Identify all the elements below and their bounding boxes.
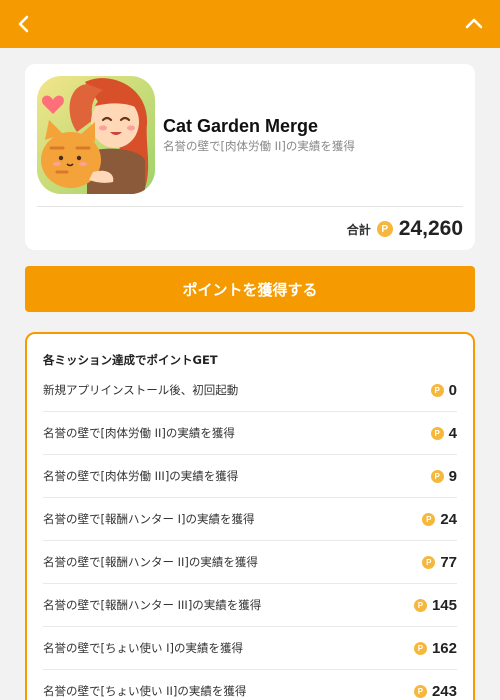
mission-label: 名誉の壁で[ちょい使い II]の実績を獲得 (43, 684, 247, 698)
mission-label: 名誉の壁で[報酬ハンター I]の実績を獲得 (43, 512, 255, 526)
mission-row: 名誉の壁で[報酬ハンター I]の実績を獲得 P 24 (43, 498, 457, 541)
mission-row: 名誉の壁で[報酬ハンター II]の実績を獲得 P 77 (43, 541, 457, 584)
mission-heading: 各ミッション達成でポイントGET (43, 353, 218, 367)
app-icon (37, 76, 155, 194)
mission-points-value: 0 (448, 381, 457, 399)
mission-label: 名誉の壁で[肉体労働 II]の実績を獲得 (43, 426, 235, 440)
coin-icon: P (430, 426, 444, 440)
total-value: 24,260 (398, 217, 463, 240)
mission-row: 名誉の壁で[報酬ハンター III]の実績を獲得 P 145 (43, 584, 457, 627)
app-subtitle: 名誉の壁で[肉体労働 II]の実績を獲得 (163, 139, 355, 153)
mission-points-value: 9 (448, 467, 457, 485)
mission-row: 名誉の壁で[ちょい使い I]の実績を獲得 P 162 (43, 627, 457, 670)
total-label: 合計 (346, 222, 371, 237)
earn-points-button[interactable]: ポイントを獲得する (25, 266, 475, 312)
mission-list: 各ミッション達成でポイントGET 新規アプリインストール後、初回起動 P 0 名誉の壁… (25, 332, 475, 700)
mission-points: P4 (430, 424, 457, 442)
coin-icon: P (413, 684, 427, 698)
mission-points: P 24 (422, 511, 457, 528)
mission-points-value: 24 (440, 510, 457, 528)
coin-icon: P (376, 221, 393, 237)
mission-points: P 145 (413, 596, 457, 614)
mission-row: 名誉の壁で[肉体労働 III]の実績を獲得 P 9 (43, 455, 457, 498)
chevron-left-icon (18, 15, 29, 33)
mission-row: 新規アプリインストール後、初回起動 P 0 (43, 369, 457, 412)
mission-points: P9 (430, 467, 457, 485)
mission-points-value: 145 (431, 596, 457, 614)
divider (37, 206, 463, 207)
total-points: 合計 P 24,260 (347, 214, 463, 244)
coin-icon: P (413, 641, 427, 655)
mission-points: P0 (430, 381, 457, 399)
mission-row: 名誉の壁で[ちょい使い II]の実績を獲得 P 243 (43, 670, 457, 700)
top-bar (0, 0, 500, 48)
mission-row: 名誉の壁で[肉体労働 II]の実績を獲得 P 4 (43, 412, 457, 455)
mission-label: 名誉の壁で[報酬ハンター III]の実績を獲得 (43, 598, 262, 612)
mission-label: 名誉の壁で[肉体労働 III]の実績を獲得 (43, 469, 239, 483)
mission-label: 新規アプリインストール後、初回起動 (43, 383, 239, 397)
coin-icon: P (430, 469, 444, 483)
app-name: Cat Garden Merge (163, 116, 319, 136)
mission-points-value: 243 (431, 682, 457, 700)
mission-points-value: 4 (448, 424, 457, 442)
coin-icon: P (422, 512, 436, 526)
mission-points-value: 77 (440, 553, 457, 571)
coin-icon: P (422, 555, 436, 569)
back-button[interactable] (8, 8, 40, 40)
mission-points: P 243 (413, 682, 457, 700)
app-card: Cat Garden Merge 名誉の壁で[肉体労働 II]の実績を獲得 合計… (25, 64, 475, 250)
coin-icon: P (430, 383, 444, 397)
chevron-up-icon (465, 18, 483, 29)
mission-label: 名誉の壁で[報酬ハンター II]の実績を獲得 (43, 555, 258, 569)
mission-rows: 新規アプリインストール後、初回起動 P 0 名誉の壁で[肉体労働 II]の実績を獲得 P… (43, 369, 457, 700)
coin-icon: P (413, 598, 427, 612)
mission-points-value: 162 (431, 639, 457, 657)
mission-points: P 77 (422, 554, 457, 571)
mission-points: P 162 (413, 639, 457, 657)
mission-label: 名誉の壁で[ちょい使い I]の実績を獲得 (43, 641, 244, 655)
collapse-button[interactable] (458, 8, 490, 40)
